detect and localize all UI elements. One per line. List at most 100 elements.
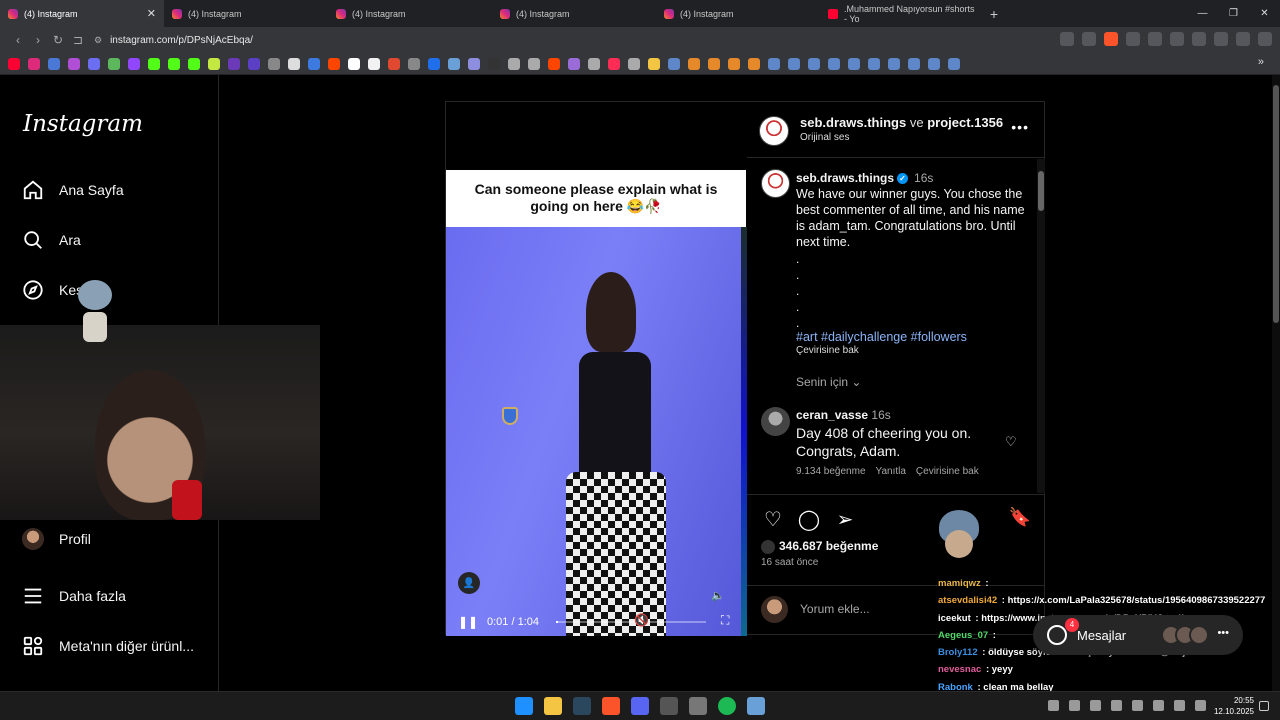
steam-icon[interactable] — [848, 57, 860, 70]
user-tag-icon[interactable]: 👤 — [458, 572, 480, 594]
back-button[interactable]: ‹ — [8, 33, 28, 47]
sidebar-item-home[interactable]: Ana Sayfa — [22, 179, 124, 201]
steam-icon[interactable] — [768, 57, 780, 70]
brave-icon[interactable] — [602, 697, 620, 715]
steam-icon[interactable] — [788, 57, 800, 70]
bookmark-icon[interactable] — [588, 57, 600, 70]
speaker-icon[interactable] — [1132, 700, 1143, 711]
browser-tab[interactable]: (4) Instagram — [328, 0, 492, 27]
bookmark-icon[interactable] — [528, 57, 540, 70]
bookmark-icon[interactable] — [548, 57, 560, 70]
bookmark-icon[interactable] — [688, 57, 700, 70]
author-link[interactable]: project.1356 — [927, 115, 1003, 130]
bookmark-icon[interactable] — [488, 57, 500, 70]
steam-icon[interactable] — [808, 57, 820, 70]
network-icon[interactable] — [1174, 700, 1185, 711]
bookmarks-overflow-button[interactable]: » — [1258, 56, 1264, 68]
like-icon[interactable]: ♡ — [761, 507, 785, 532]
avatar[interactable] — [761, 169, 790, 198]
caption-author[interactable]: seb.draws.things — [796, 171, 894, 185]
spotify-icon[interactable] — [718, 697, 736, 715]
install-icon[interactable] — [1060, 32, 1074, 46]
translate-link[interactable]: Çevirisine bak — [916, 466, 979, 477]
mic-icon[interactable] — [1153, 700, 1164, 711]
extension-icon[interactable] — [1192, 32, 1206, 46]
steam-icon[interactable] — [868, 57, 880, 70]
reload-button[interactable]: ↻ — [48, 33, 68, 47]
comment-likes[interactable]: 9.134 beğenme — [796, 466, 866, 477]
bookmark-icon[interactable] — [568, 57, 580, 70]
maximize-button[interactable]: ❐ — [1218, 8, 1249, 19]
more-options-icon[interactable]: ••• — [1217, 627, 1229, 639]
chat-username[interactable]: atsevdalisi42 — [938, 595, 997, 606]
comment-icon[interactable]: ◯ — [797, 507, 821, 532]
bookmark-icon[interactable] — [128, 57, 140, 70]
taskbar-clock[interactable]: 20:55 12.10.2025 — [1212, 695, 1254, 717]
windows-start-icon[interactable] — [515, 697, 533, 715]
extension-icon[interactable] — [1148, 32, 1162, 46]
reply-button[interactable]: Yanıtla — [876, 466, 906, 477]
forward-button[interactable]: › — [28, 33, 48, 47]
bookmark-icon[interactable] — [248, 57, 260, 70]
chevron-up-icon[interactable] — [1048, 700, 1059, 711]
app-icon[interactable] — [689, 697, 707, 715]
sort-dropdown[interactable]: Senin için ⌄ — [796, 375, 861, 389]
notification-icon[interactable] — [1259, 701, 1269, 711]
translate-link[interactable]: Çevirisine bak — [796, 345, 859, 356]
steam-icon[interactable] — [828, 57, 840, 70]
mute-icon[interactable]: 🔇 — [634, 613, 649, 627]
bookmark-icon[interactable] — [428, 57, 440, 70]
bookmark-icon[interactable] — [28, 57, 40, 70]
folder-icon[interactable] — [648, 57, 660, 70]
bookmark-icon[interactable] — [308, 57, 320, 70]
browser-tab[interactable]: (4) Instagram — [164, 0, 328, 27]
bookmark-icon[interactable] — [388, 57, 400, 70]
site-info-icon[interactable]: ⚙ — [94, 35, 102, 46]
bookmark-icon[interactable] — [628, 57, 640, 70]
volume-icon[interactable] — [1195, 700, 1206, 711]
bookmark-icon[interactable] — [468, 57, 480, 70]
sidebar-item-search[interactable]: Ara — [22, 229, 81, 251]
steam-icon[interactable] — [1111, 700, 1122, 711]
bookmark-icon[interactable] — [168, 57, 180, 70]
bookmark-icon[interactable] — [48, 57, 60, 70]
menu-icon[interactable] — [1258, 32, 1272, 46]
bookmark-icon[interactable] — [88, 57, 100, 70]
extensions-puzzle-icon[interactable] — [1214, 32, 1228, 46]
bookmark-icon[interactable] — [728, 57, 740, 70]
author-link[interactable]: seb.draws.things — [800, 115, 906, 130]
avatar[interactable] — [759, 116, 789, 146]
fullscreen-icon[interactable]: ⛶ — [721, 613, 729, 628]
close-window-button[interactable]: ✕ — [1249, 8, 1280, 19]
new-tab-button[interactable]: + — [984, 6, 1004, 22]
bookmark-icon[interactable] — [208, 57, 220, 70]
sidebar-icon[interactable] — [1236, 32, 1250, 46]
heart-icon[interactable]: ♡ — [1005, 434, 1017, 450]
steam-icon[interactable] — [948, 57, 960, 70]
browser-tab[interactable]: (4) Instagram — [492, 0, 656, 27]
bookmark-icon[interactable] — [8, 57, 20, 70]
bookmark-icon[interactable] — [508, 57, 520, 70]
sidebar-item-profile[interactable]: Profil — [22, 528, 91, 550]
extension-icon[interactable] — [1126, 32, 1140, 46]
bookmark-icon[interactable] — [228, 57, 240, 70]
zoom-icon[interactable] — [1082, 32, 1096, 46]
browser-tab[interactable]: (4) Instagram ✕ — [0, 0, 164, 27]
hashtags[interactable]: #art #dailychallenge #followers — [796, 330, 967, 344]
more-options-icon[interactable]: ••• — [1011, 119, 1029, 135]
minimize-button[interactable]: — — [1187, 8, 1218, 19]
save-icon[interactable]: 🔖 — [1009, 507, 1031, 528]
messages-button[interactable]: 4 Mesajlar ••• — [1033, 615, 1243, 655]
pause-button[interactable]: ❚❚ — [458, 615, 478, 629]
bookmark-icon[interactable] — [148, 57, 160, 70]
like-count[interactable]: 346.687 beğenme — [761, 539, 878, 554]
bookmark-icon[interactable] — [708, 57, 720, 70]
bookmark-icon[interactable] — [188, 57, 200, 70]
chat-username[interactable]: Broly112 — [938, 647, 978, 658]
bookmark-icon[interactable] — [328, 57, 340, 70]
browser-tab[interactable]: .Muhammed Napıyorsun #shorts - Yo — [820, 0, 984, 27]
audio-label[interactable]: Orijinal ses — [800, 132, 849, 143]
video-player[interactable] — [446, 227, 741, 636]
video-progress[interactable] — [556, 621, 706, 623]
chat-username[interactable]: nevesnac — [938, 664, 981, 675]
